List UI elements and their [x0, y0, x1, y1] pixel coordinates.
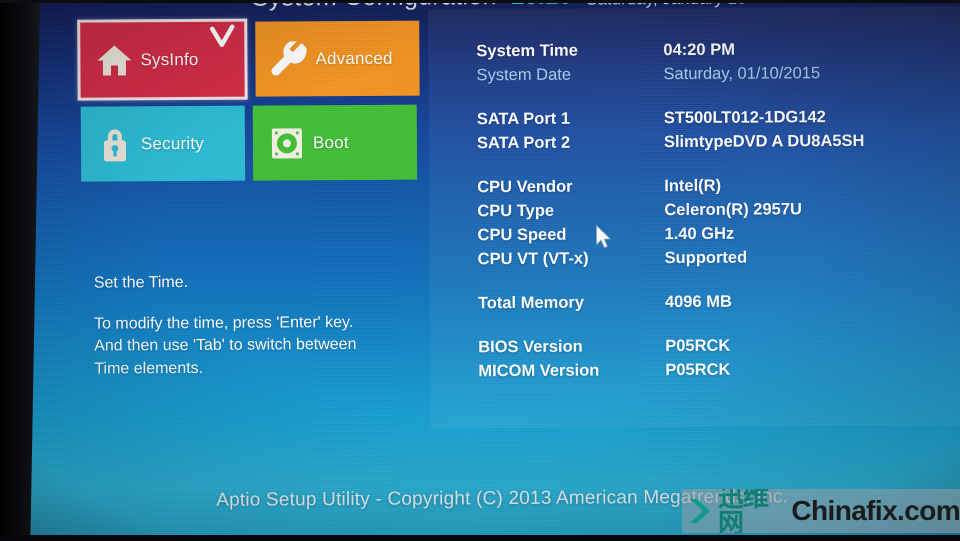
- bios-screen-photo: System Configuration 16:20 Saturday, Jan…: [0, 0, 960, 541]
- help-pane: Set the Time. To modify the time, press …: [94, 271, 425, 382]
- tile-security[interactable]: Security: [80, 105, 246, 182]
- info-value: 4096 MB: [664, 292, 732, 311]
- tile-boot[interactable]: Boot: [252, 104, 418, 181]
- info-value: 04:20 PM: [663, 40, 735, 59]
- help-line: To modify the time, press 'Enter' key.: [93, 313, 354, 333]
- tile-label-advanced: Advanced: [315, 48, 393, 68]
- tile-label-boot: Boot: [312, 132, 349, 152]
- help-body: To modify the time, press 'Enter' key. A…: [94, 311, 424, 381]
- info-label: CPU VT (VT-x): [477, 249, 589, 268]
- tile-label-security: Security: [140, 133, 205, 153]
- tile-advanced[interactable]: Advanced: [255, 20, 420, 97]
- help-line: And then use 'Tab' to switch between: [94, 336, 357, 356]
- info-row-total-memory[interactable]: Total Memory 4096 MB: [430, 288, 960, 315]
- help-title: Set the Time.: [93, 274, 189, 292]
- info-label: CPU Speed: [477, 225, 567, 244]
- info-row-bios-version[interactable]: BIOS Version P05RCK: [430, 332, 960, 359]
- info-value: Saturday, 01/10/2015: [663, 63, 821, 83]
- menu-tiles: SysInfo Advanced Security Boot: [77, 18, 421, 182]
- info-value: SlimtypeDVD A DU8A5SH: [663, 131, 865, 151]
- info-value: Supported: [664, 248, 748, 267]
- monitor-bezel-bottom: [0, 535, 960, 541]
- info-label: CPU Type: [477, 201, 555, 220]
- info-value: Intel(R): [664, 176, 722, 195]
- info-row-sata-port-1[interactable]: SATA Port 1 ST500LT012-1DG142: [429, 104, 960, 131]
- info-row-sata-port-2[interactable]: SATA Port 2 SlimtypeDVD A DU8A5SH: [429, 128, 960, 155]
- info-row-cpu-vendor[interactable]: CPU Vendor Intel(R): [429, 172, 960, 199]
- info-value: P05RCK: [665, 360, 731, 379]
- info-row-cpu-type[interactable]: CPU Type Celeron(R) 2957U: [429, 196, 960, 223]
- tile-sysinfo[interactable]: SysInfo: [77, 18, 248, 101]
- chevron-logo-icon: [688, 496, 714, 526]
- home-icon: [80, 43, 140, 77]
- info-label: System Time: [476, 41, 578, 60]
- checkmark-icon: [209, 24, 235, 50]
- info-label: CPU Vendor: [477, 177, 573, 196]
- info-label: System Date: [476, 65, 572, 84]
- bios-setup-screen: System Configuration 16:20 Saturday, Jan…: [26, 0, 960, 541]
- help-line: Time elements.: [94, 360, 204, 378]
- info-value: P05RCK: [665, 336, 731, 355]
- info-value: 1.40 GHz: [664, 224, 735, 243]
- tile-row-1: SysInfo Advanced: [77, 18, 420, 101]
- monitor-bezel-top: [0, 0, 960, 3]
- wrench-icon: [255, 40, 315, 77]
- lock-icon: [81, 125, 141, 163]
- info-label: SATA Port 1: [476, 109, 571, 128]
- info-value: ST500LT012-1DG142: [663, 107, 826, 127]
- info-row-cpu-speed[interactable]: CPU Speed 1.40 GHz: [429, 220, 960, 247]
- info-row-cpu-vt[interactable]: CPU VT (VT-x) Supported: [430, 244, 960, 271]
- info-row-micom-version[interactable]: MICOM Version P05RCK: [430, 356, 960, 383]
- system-info-rows: System Time 04:20 PM System Date Saturda…: [428, 6, 960, 383]
- info-row-system-date[interactable]: System Date Saturday, 01/10/2015: [428, 60, 960, 87]
- chinafix-watermark: 迅维网 Chinafix.com: [682, 489, 960, 533]
- tile-label-sysinfo: SysInfo: [140, 49, 199, 69]
- info-row-system-time[interactable]: System Time 04:20 PM: [428, 36, 960, 63]
- tile-row-2: Security Boot: [80, 104, 421, 182]
- info-label: MICOM Version: [478, 361, 600, 380]
- watermark-english-text: Chinafix.com: [791, 495, 960, 526]
- info-label: BIOS Version: [478, 337, 583, 356]
- harddisk-icon: [253, 125, 313, 161]
- info-label: Total Memory: [477, 293, 585, 312]
- info-value: Celeron(R) 2957U: [664, 199, 802, 219]
- watermark-chinese-text: 迅维网: [718, 489, 769, 533]
- info-label: SATA Port 2: [476, 133, 571, 152]
